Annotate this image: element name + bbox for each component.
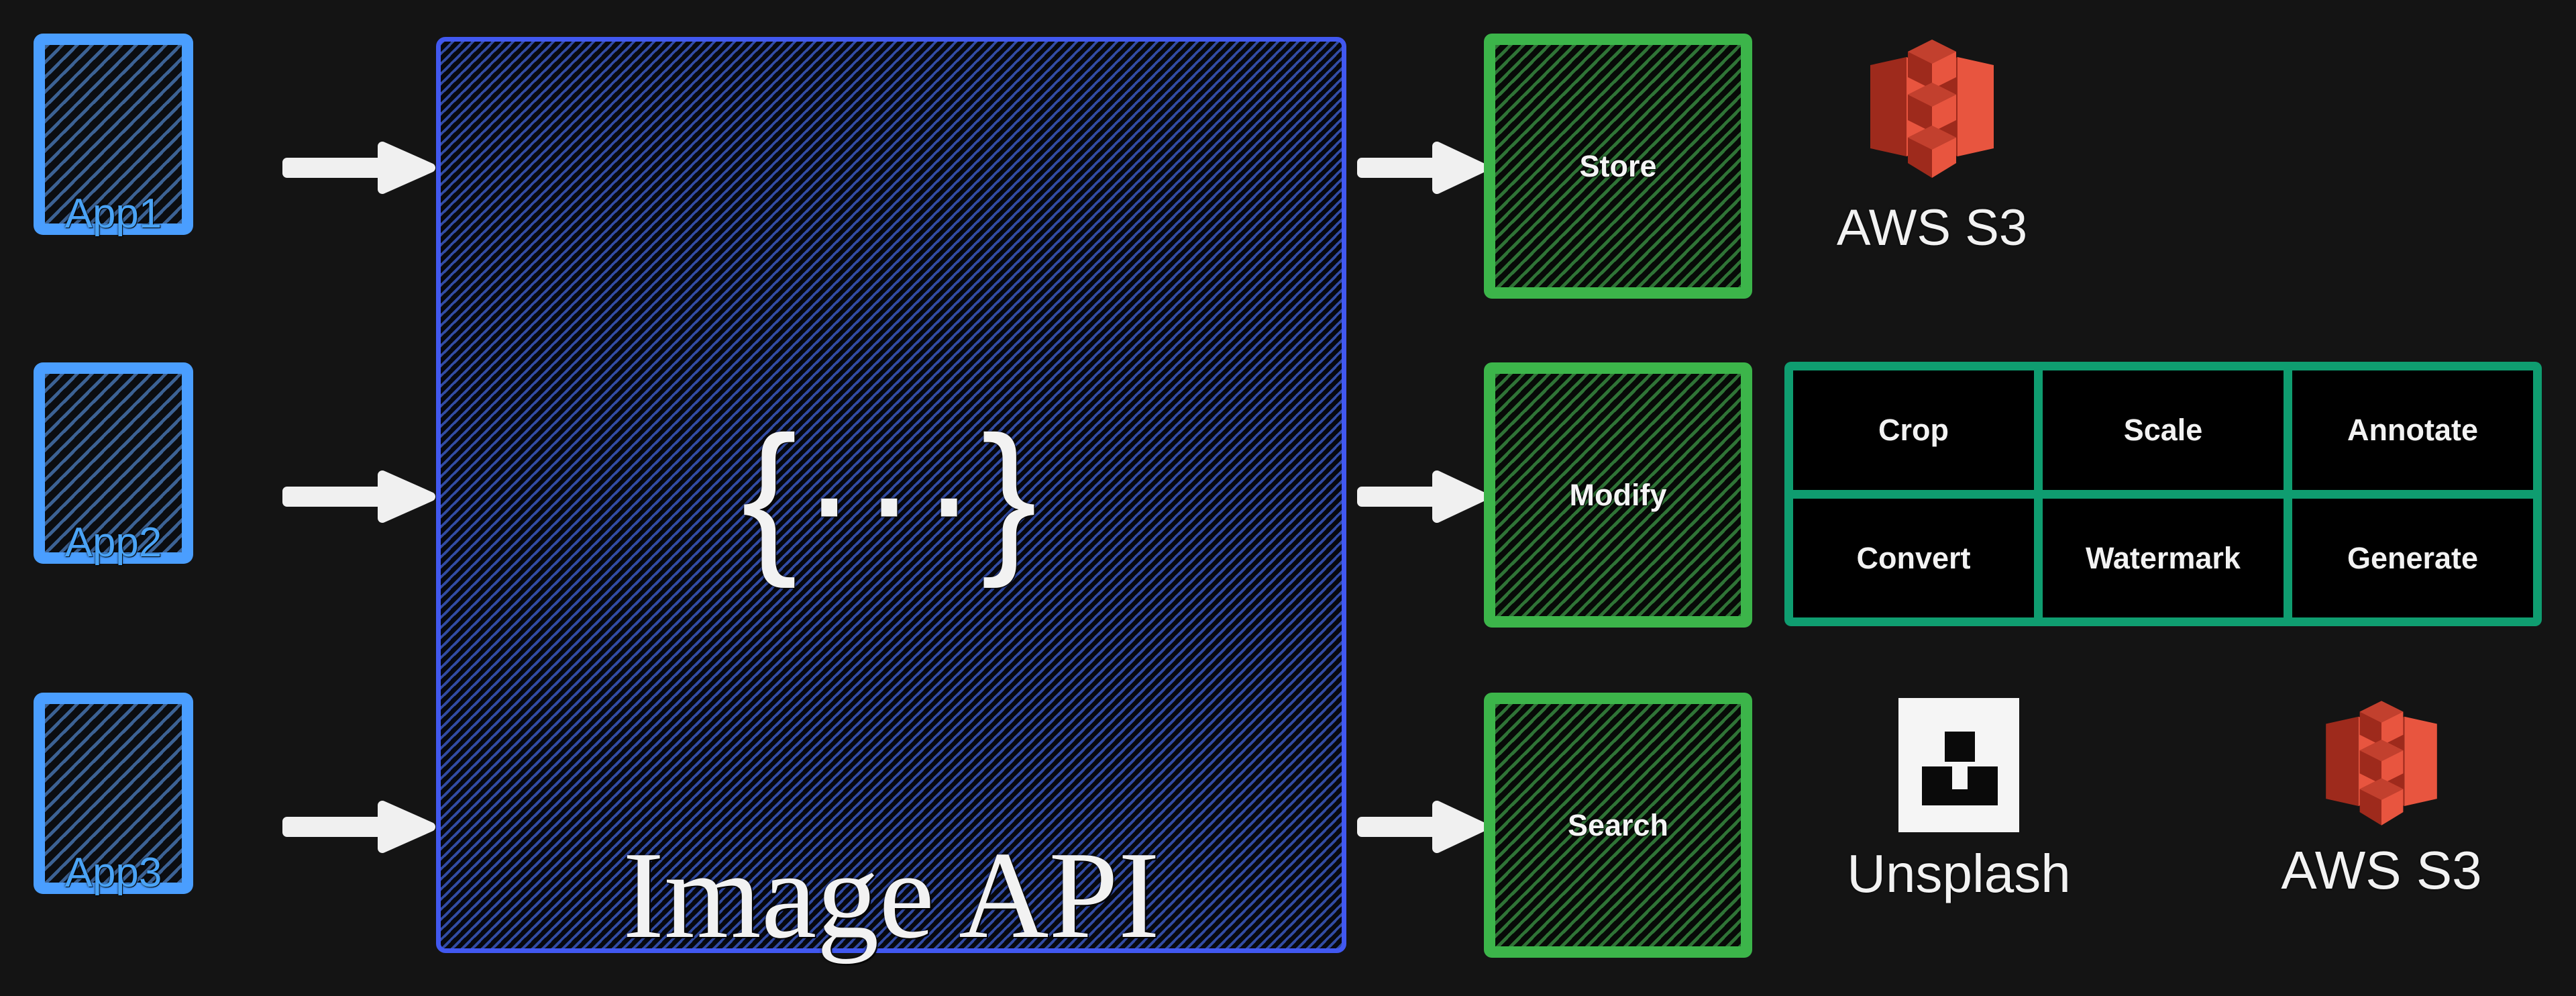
operation-label-annotate: Annotate xyxy=(2347,413,2478,448)
provider-unsplash[interactable]: Unsplash xyxy=(1784,698,2133,901)
operation-cell-watermark[interactable]: Watermark xyxy=(2043,498,2284,617)
action-label-store: Store xyxy=(1579,149,1657,183)
diagram-canvas: App1 App2 App3 {···} Image API Store Mod… xyxy=(0,0,2576,996)
client-box-app3[interactable]: App3 xyxy=(34,693,193,894)
arrow-api-to-store xyxy=(1357,142,1487,194)
operation-cell-crop[interactable]: Crop xyxy=(1793,370,2034,490)
client-label-app3: App3 xyxy=(64,850,162,896)
provider-label-unsplash: Unsplash xyxy=(1847,844,2071,903)
client-label-app2: App2 xyxy=(64,519,162,566)
arrow-app2-to-api xyxy=(282,470,435,523)
arrow-app1-to-api xyxy=(282,142,435,194)
unsplash-icon xyxy=(1898,698,2019,832)
operation-cell-generate[interactable]: Generate xyxy=(2292,498,2533,617)
operation-cell-scale[interactable]: Scale xyxy=(2043,370,2284,490)
provider-aws-s3-store[interactable]: AWS S3 xyxy=(1784,37,2080,254)
action-label-search: Search xyxy=(1567,808,1669,842)
client-box-app2[interactable]: App2 xyxy=(34,362,193,564)
operation-cell-annotate[interactable]: Annotate xyxy=(2292,370,2533,490)
provider-label-aws-s3-search: AWS S3 xyxy=(2281,840,2482,900)
action-box-search[interactable]: Search xyxy=(1484,693,1752,958)
json-braces-icon: {···} xyxy=(741,401,1041,589)
operation-label-generate: Generate xyxy=(2347,540,2479,575)
arrow-api-to-modify xyxy=(1357,470,1487,523)
aws-s3-icon xyxy=(2326,701,2437,826)
operation-label-scale: Scale xyxy=(2123,413,2203,448)
aws-s3-icon xyxy=(1870,40,1994,178)
arrow-app3-to-api xyxy=(282,801,435,853)
operation-label-watermark: Watermark xyxy=(2086,540,2241,575)
provider-label-aws-s3-store: AWS S3 xyxy=(1836,199,2028,256)
operation-label-convert: Convert xyxy=(1856,540,1971,575)
image-api-box[interactable]: {···} Image API xyxy=(436,37,1346,958)
arrow-api-to-search xyxy=(1357,801,1487,853)
image-api-title: Image API xyxy=(623,826,1160,964)
action-box-modify[interactable]: Modify xyxy=(1484,362,1752,628)
provider-aws-s3-search[interactable]: AWS S3 xyxy=(2234,698,2529,897)
client-box-app1[interactable]: App1 xyxy=(34,34,193,235)
operation-cell-convert[interactable]: Convert xyxy=(1793,498,2034,617)
client-label-app1: App1 xyxy=(64,191,162,237)
operations-grid: Crop Scale Annotate Convert Watermark Ge… xyxy=(1784,362,2542,626)
action-box-store[interactable]: Store xyxy=(1484,34,1752,299)
action-label-modify: Modify xyxy=(1569,478,1667,512)
operation-label-crop: Crop xyxy=(1878,413,1949,448)
